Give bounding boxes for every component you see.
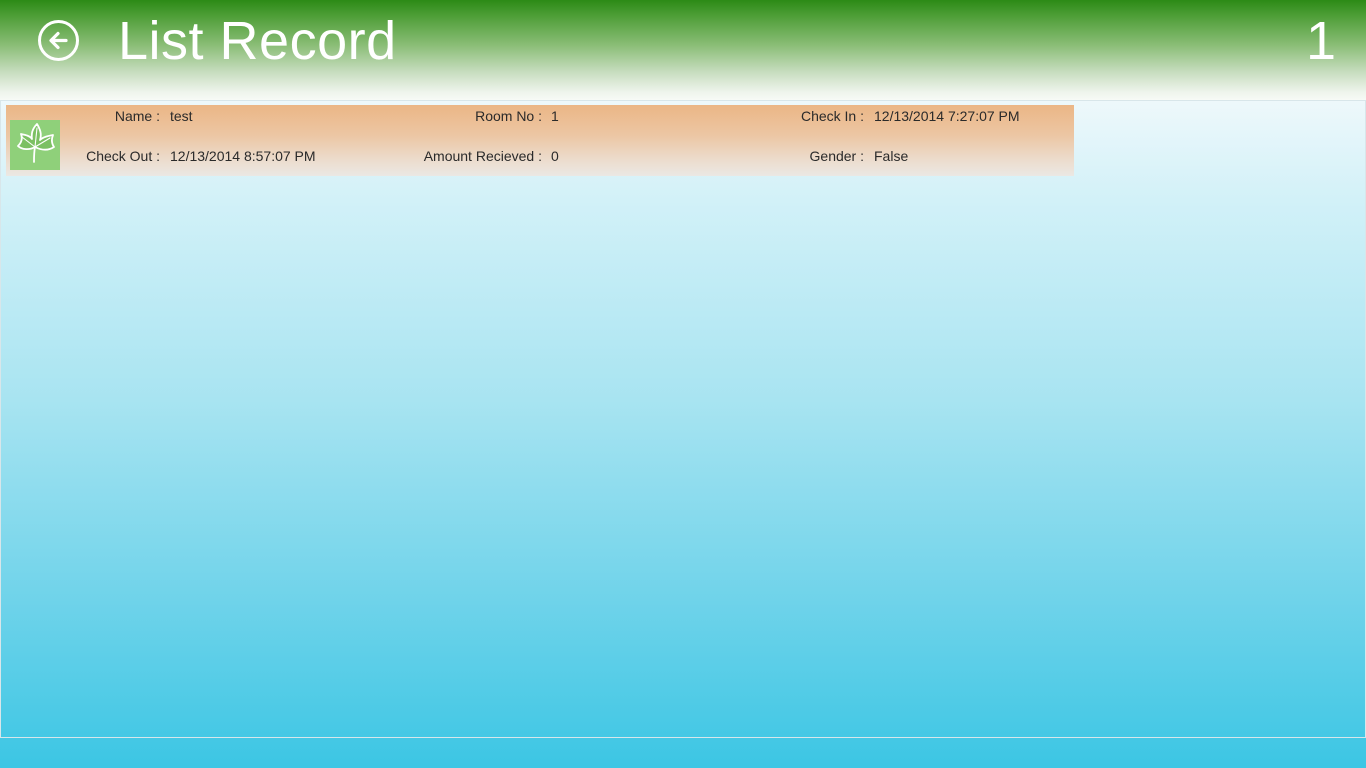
name-value: test (170, 108, 193, 124)
gender-value: False (874, 148, 909, 164)
check-out-value: 12/13/2014 8:57:07 PM (170, 148, 316, 164)
app-header: List Record 1 (0, 0, 1366, 100)
list-item[interactable]: Name : test Room No : 1 Check In : 12/13… (6, 105, 1074, 176)
check-in-value: 12/13/2014 7:27:07 PM (874, 108, 1020, 124)
record-count: 1 (1305, 11, 1336, 71)
record-thumbnail (10, 120, 60, 170)
gender-label: Gender : (809, 148, 864, 164)
amount-received-label: Amount Recieved : (423, 148, 542, 164)
back-button[interactable] (38, 20, 79, 61)
room-no-value: 1 (551, 108, 559, 124)
name-label: Name : (114, 108, 160, 124)
record-list-panel (0, 100, 1366, 738)
back-arrow-icon (49, 31, 68, 50)
page-title: List Record (118, 11, 397, 71)
check-out-label: Check Out : (86, 148, 160, 164)
room-no-label: Room No : (475, 108, 542, 124)
amount-received-value: 0 (551, 148, 559, 164)
leaf-icon (17, 123, 55, 163)
check-in-label: Check In : (800, 108, 864, 124)
